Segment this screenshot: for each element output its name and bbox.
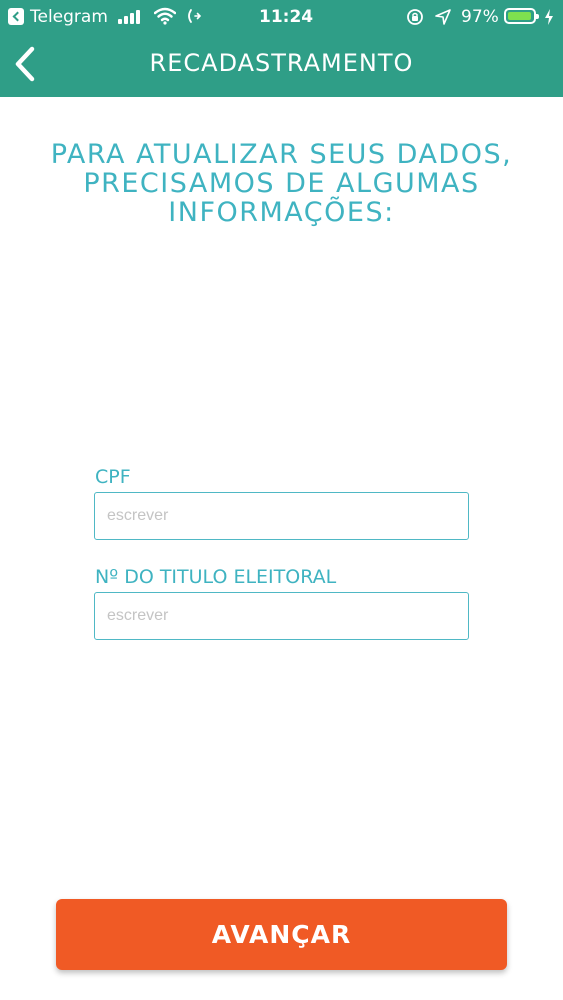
voter-id-input[interactable] <box>94 592 469 640</box>
instructions-heading: PARA ATUALIZAR SEUS DADOS, PRECISAMOS DE… <box>20 140 543 227</box>
battery-icon <box>504 8 539 24</box>
battery-percent: 97% <box>461 7 499 27</box>
back-to-app-label[interactable]: Telegram <box>30 6 108 28</box>
heading-line: INFORMAÇÕES: <box>168 197 395 228</box>
heading-line: PRECISAMOS DE ALGUMAS <box>83 168 480 199</box>
cellular-signal-icon <box>118 10 144 24</box>
wifi-icon <box>154 7 176 25</box>
app-header: Telegram 11:24 97% RECADASTRAMENTO <box>0 0 563 97</box>
call-forward-icon <box>188 9 202 23</box>
back-to-app-icon[interactable] <box>8 8 24 25</box>
battery-level <box>508 12 532 20</box>
cpf-label: CPF <box>95 466 131 488</box>
location-arrow-icon <box>435 9 451 25</box>
cpf-input[interactable] <box>94 492 469 540</box>
battery-tip <box>536 14 539 19</box>
status-bar: Telegram 11:24 97% <box>0 0 563 34</box>
page-title: RECADASTRAMENTO <box>149 49 414 77</box>
charging-bolt-icon <box>545 9 553 25</box>
rotation-lock-icon <box>407 9 423 25</box>
advance-button[interactable]: AVANÇAR <box>56 899 507 970</box>
clock: 11:24 <box>259 7 314 27</box>
heading-line: PARA ATUALIZAR SEUS DADOS, <box>50 139 513 170</box>
voter-id-label: Nº DO TITULO ELEITORAL <box>95 566 337 588</box>
